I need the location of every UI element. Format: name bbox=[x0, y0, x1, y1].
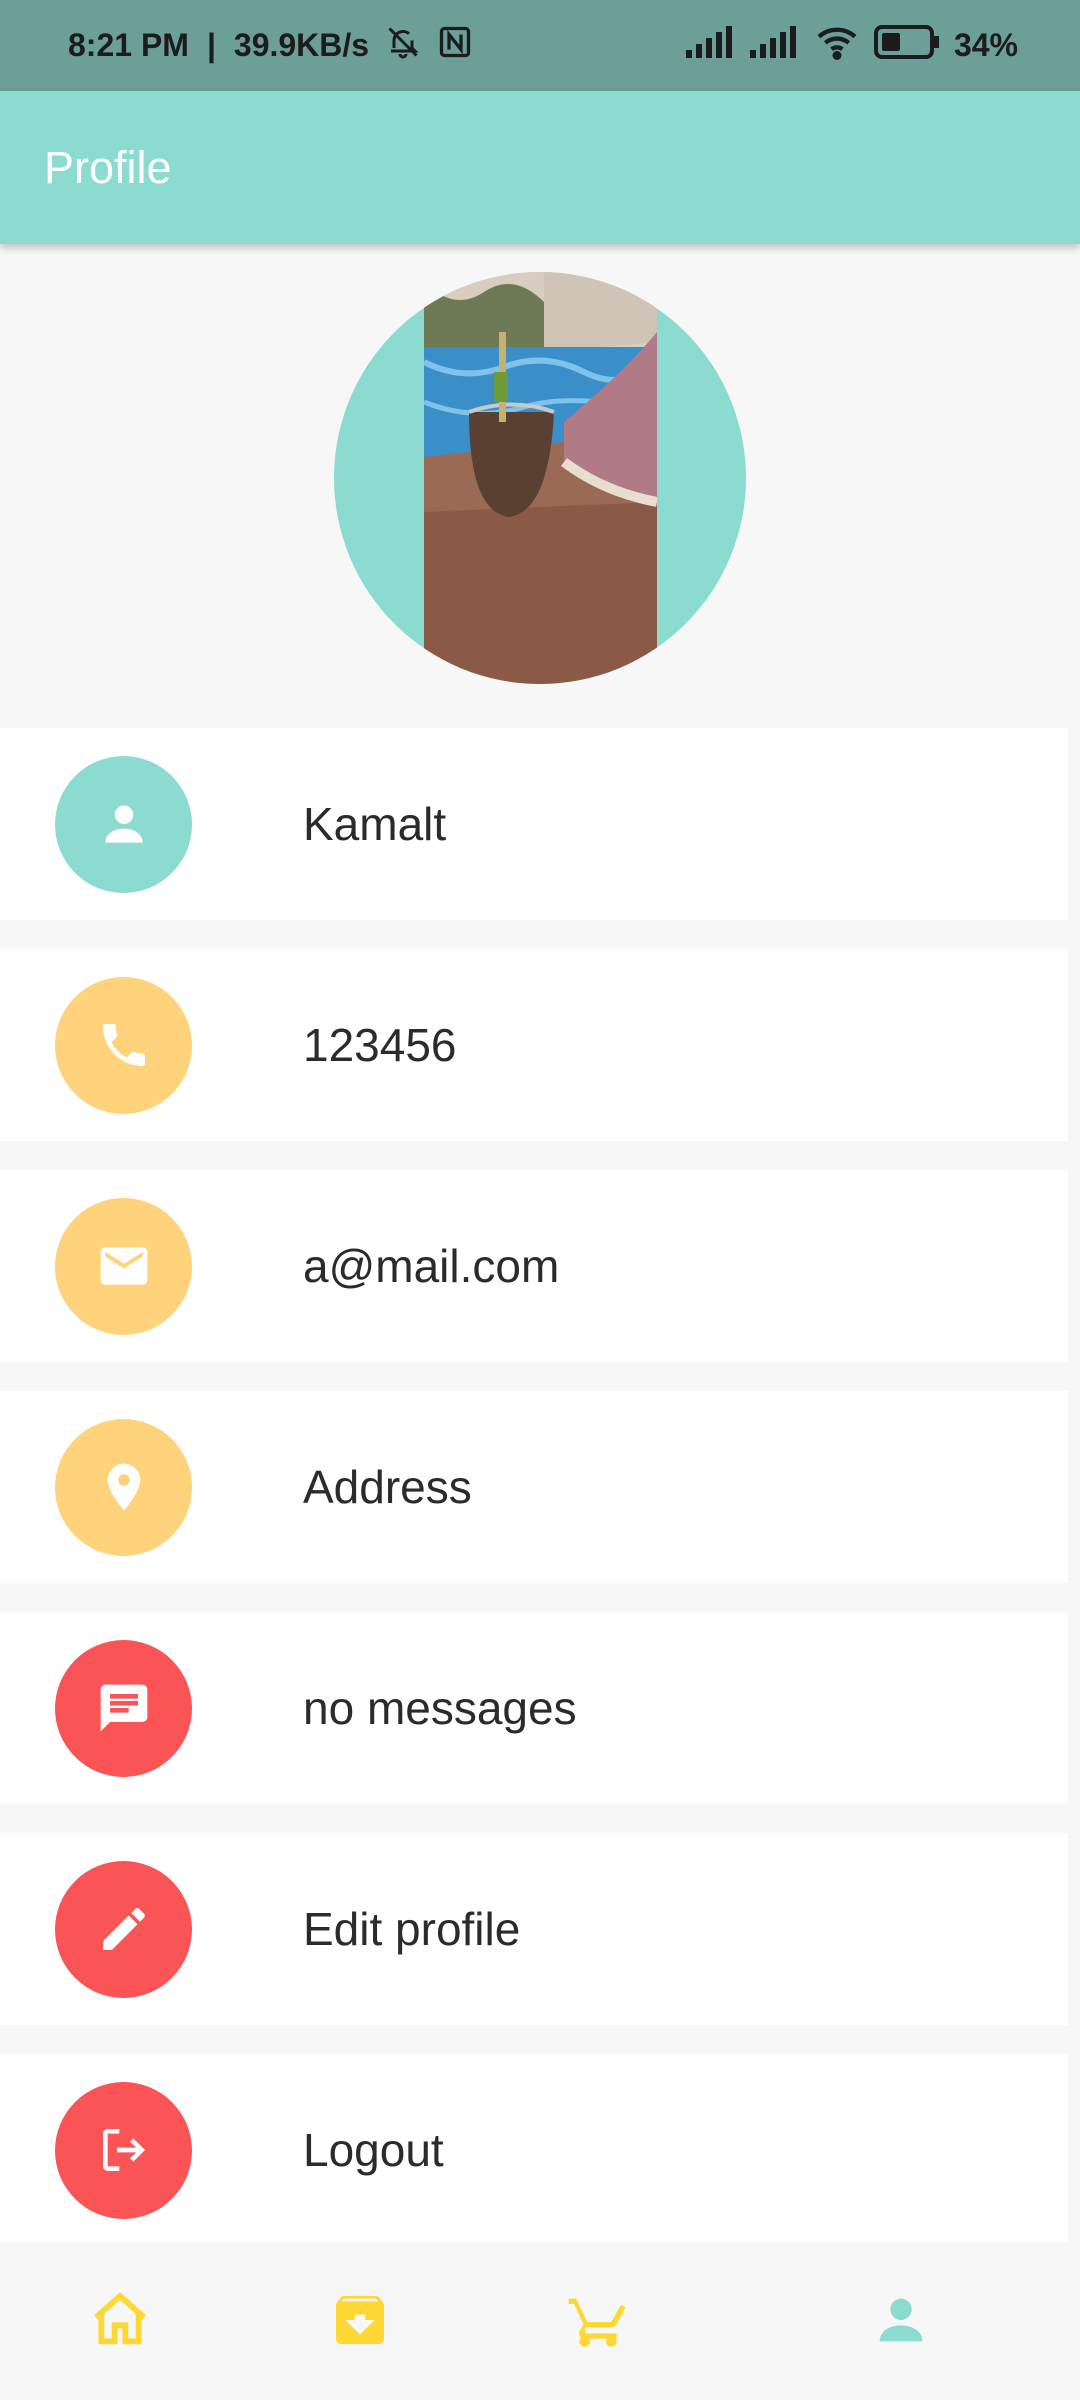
battery-percent: 34% bbox=[953, 27, 1018, 63]
nav-orders[interactable] bbox=[320, 2280, 400, 2360]
profile-phone: 123456 bbox=[303, 1019, 457, 1071]
profile-item-address[interactable]: Address bbox=[0, 1391, 1068, 1583]
person-icon bbox=[55, 755, 192, 893]
location-icon bbox=[55, 1418, 192, 1556]
message-icon bbox=[55, 1639, 192, 1777]
battery-icon bbox=[873, 24, 940, 67]
phone-icon bbox=[55, 976, 192, 1114]
avatar-photo bbox=[424, 272, 657, 684]
profile-item-phone[interactable]: 123456 bbox=[0, 949, 1068, 1141]
profile-avatar[interactable] bbox=[334, 272, 746, 684]
person-icon bbox=[879, 2298, 923, 2342]
profile-list: Kamalt 123456 a@mail.com Address no mess… bbox=[0, 728, 1068, 2275]
mute-icon bbox=[383, 24, 423, 68]
wifi-icon bbox=[814, 24, 860, 68]
nav-home[interactable] bbox=[80, 2280, 160, 2360]
edit-profile-label: Edit profile bbox=[303, 1903, 521, 1955]
bottom-nav bbox=[0, 2242, 1080, 2400]
cart-icon bbox=[568, 2298, 626, 2347]
edit-profile-button[interactable]: Edit profile bbox=[0, 1833, 1068, 2025]
signal-icon bbox=[685, 25, 736, 66]
status-separator: | bbox=[206, 27, 216, 63]
status-left: 8:21 PM | 39.9KB/s bbox=[68, 24, 473, 68]
home-icon bbox=[94, 2292, 146, 2345]
status-bar: 8:21 PM | 39.9KB/s 34% bbox=[0, 0, 1080, 91]
logout-icon bbox=[55, 2081, 192, 2219]
nav-cart[interactable] bbox=[558, 2280, 638, 2360]
logout-label: Logout bbox=[303, 2124, 444, 2176]
profile-address: Address bbox=[303, 1461, 472, 1513]
status-right: 34% bbox=[685, 24, 1018, 68]
logout-button[interactable]: Logout bbox=[0, 2054, 1068, 2246]
nav-profile[interactable] bbox=[861, 2280, 941, 2360]
status-time: 8:21 PM bbox=[68, 27, 189, 63]
profile-name: Kamalt bbox=[303, 798, 447, 850]
status-net-speed: 39.9KB/s bbox=[233, 27, 370, 63]
profile-item-name[interactable]: Kamalt bbox=[0, 728, 1068, 920]
profile-item-email[interactable]: a@mail.com bbox=[0, 1170, 1068, 1362]
archive-icon bbox=[336, 2295, 384, 2344]
profile-messages: no messages bbox=[303, 1682, 577, 1734]
mail-icon bbox=[55, 1197, 192, 1335]
profile-item-messages[interactable]: no messages bbox=[0, 1612, 1068, 1804]
app-bar: Profile bbox=[0, 91, 1080, 244]
page-title: Profile bbox=[44, 141, 172, 193]
nfc-icon bbox=[437, 24, 473, 68]
profile-email: a@mail.com bbox=[303, 1240, 560, 1292]
signal-icon bbox=[749, 25, 800, 66]
pencil-icon bbox=[55, 1860, 192, 1998]
